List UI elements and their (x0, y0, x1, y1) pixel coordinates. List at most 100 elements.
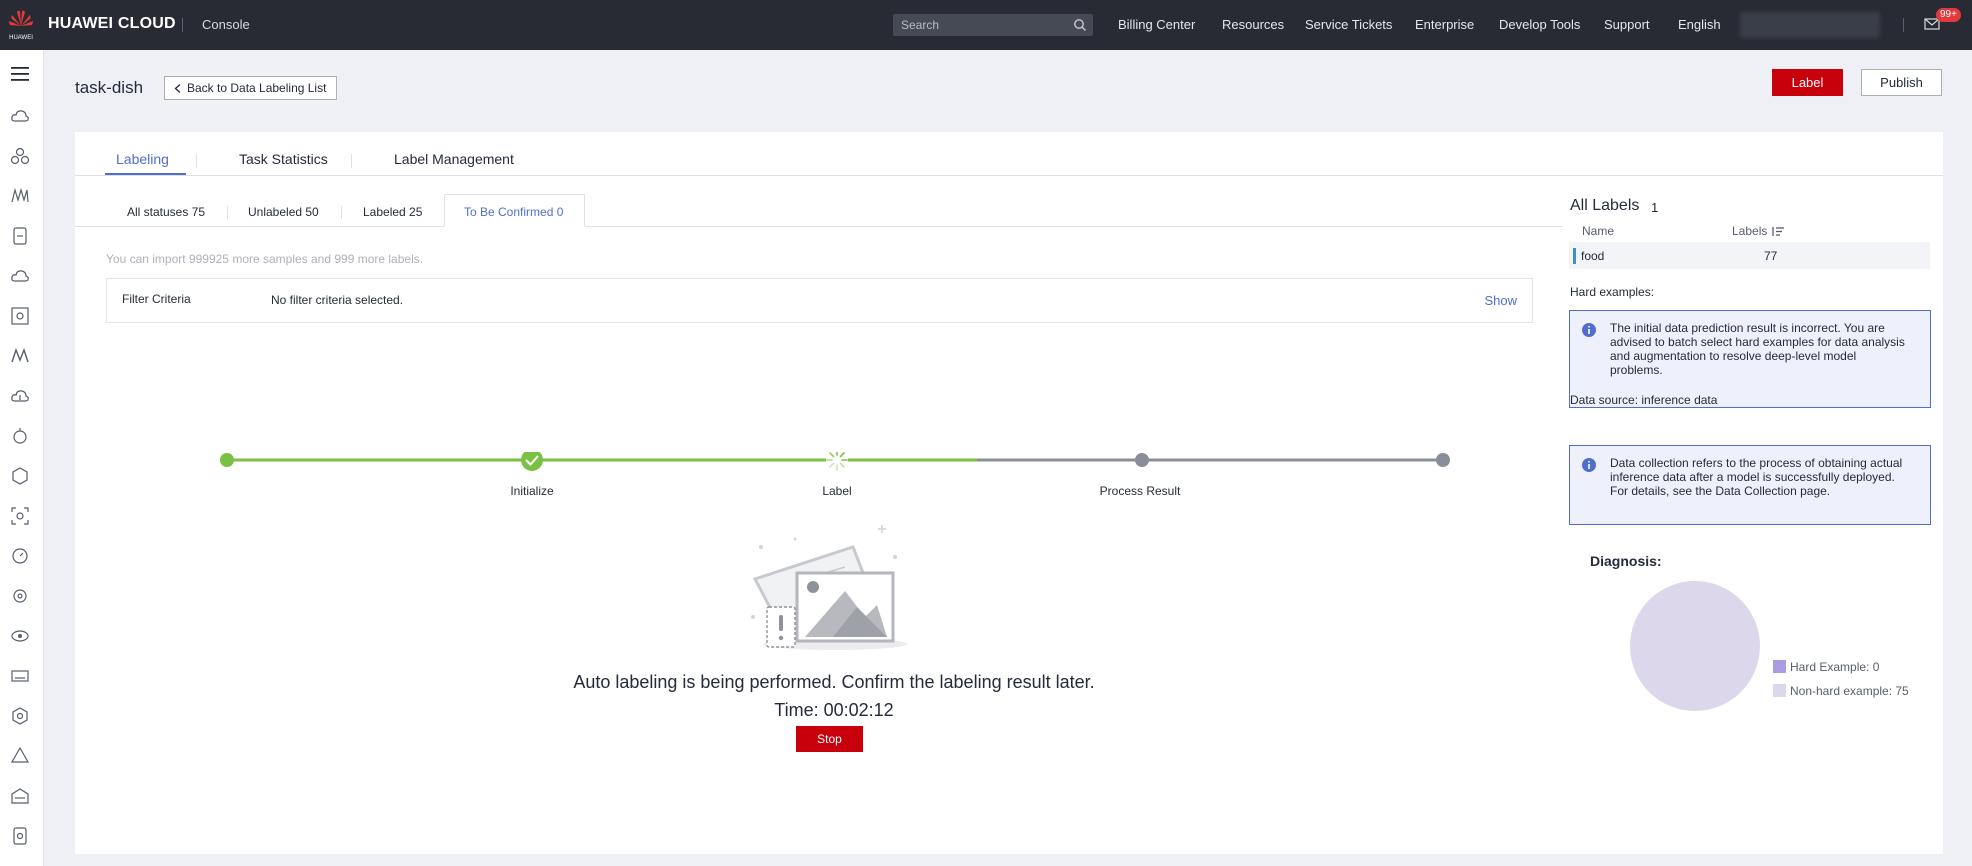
subtab-unlabeled[interactable]: Unlabeled 50 (248, 205, 319, 219)
loading-spinner-icon (826, 452, 848, 471)
filter-criteria-box: Filter Criteria No filter criteria selec… (106, 278, 1533, 323)
show-filter-link[interactable]: Show (1484, 293, 1517, 308)
auto-labeling-illustration-icon (751, 525, 907, 650)
hard-examples-label: Hard examples: (1570, 285, 1655, 299)
nav-billing-center[interactable]: Billing Center (1118, 17, 1195, 32)
keyboard-icon[interactable] (10, 666, 30, 686)
settings-cluster-icon[interactable] (10, 586, 30, 606)
divider (182, 18, 183, 32)
all-labels-count: 1 (1651, 200, 1659, 215)
elapsed-time-text: Time: 00:02:12 (774, 700, 894, 720)
sort-icon[interactable] (1771, 226, 1785, 237)
nav-language[interactable]: English (1678, 17, 1721, 32)
gauge-icon[interactable] (10, 546, 30, 566)
import-quota-note: You can import 999925 more samples and 9… (106, 252, 424, 266)
tab-divider (196, 154, 197, 168)
subtab-divider (341, 206, 342, 219)
label-count: 77 (1764, 249, 1778, 263)
step-label-process-result: Process Result (1099, 484, 1181, 498)
data-source-label: Data source: inference data (1570, 393, 1718, 407)
cluster-icon[interactable] (10, 146, 30, 166)
top-navigation-bar: HUAWEI HUAWEI CLOUD Console Billing Cent… (0, 0, 1972, 50)
nav-service-tickets[interactable]: Service Tickets (1305, 17, 1392, 32)
cloud-storage-icon[interactable] (10, 266, 30, 286)
legend-swatch-hard (1773, 660, 1786, 673)
search-icon[interactable] (1073, 18, 1087, 32)
legend-non-hard-example: Non-hard example: 75 (1773, 684, 1909, 698)
elapsed-time: Time: 00:02:12 (75, 700, 1563, 721)
auto-labeling-message-text: Auto labeling is being performed. Confir… (573, 672, 1095, 692)
scan-icon[interactable] (10, 506, 30, 526)
hamburger-menu-icon[interactable] (10, 64, 30, 84)
tab-task-statistics[interactable]: Task Statistics (239, 151, 328, 167)
label-name: food (1581, 249, 1605, 263)
step-end-dot (1436, 453, 1450, 467)
step-label-initialize: Initialize (510, 484, 554, 498)
publish-button[interactable]: Publish (1861, 69, 1942, 96)
auto-labeling-message: Auto labeling is being performed. Confir… (75, 672, 1563, 693)
divider (1903, 18, 1904, 32)
chevron-left-icon (174, 84, 181, 93)
legend-non-hard-text: Non-hard example: 75 (1790, 684, 1909, 698)
robot-icon[interactable] (10, 426, 30, 446)
ai-robot-icon[interactable] (10, 746, 30, 766)
modelarts-logo-icon[interactable] (10, 346, 30, 366)
nav-support[interactable]: Support (1604, 17, 1650, 32)
step-process-dot (1135, 453, 1149, 467)
legend-swatch-non-hard (1773, 684, 1786, 697)
tab-divider (351, 154, 352, 168)
hexagon-icon[interactable] (10, 466, 30, 486)
pie-slice-non-hard (1630, 581, 1760, 711)
filter-criteria-label: Filter Criteria (122, 292, 191, 306)
column-header-name: Name (1582, 224, 1615, 238)
tab-labeling[interactable]: Labeling (116, 151, 169, 167)
search-input[interactable] (901, 17, 1061, 33)
notification-badge: 99+ (1936, 8, 1961, 22)
subtab-to-be-confirmed[interactable]: To Be Confirmed 0 (464, 205, 563, 219)
page-title: task-dish (75, 78, 144, 97)
all-labels-title: All Labels (1570, 197, 1640, 214)
labeling-card: Labeling Task Statistics Label Managemen… (75, 132, 1943, 854)
user-account-menu[interactable] (1740, 12, 1880, 38)
diagnosis-title: Diagnosis: (1590, 553, 1662, 569)
column-header-labels[interactable]: Labels (1732, 224, 1767, 238)
filter-criteria-value: No filter criteria selected. (271, 293, 404, 307)
data-collection-info: Data collection refers to the process of… (1569, 445, 1931, 525)
package-icon[interactable] (10, 706, 30, 726)
tab-label-management[interactable]: Label Management (394, 151, 514, 167)
hard-examples-info-text: The initial data prediction result is in… (1610, 321, 1905, 377)
step-label-label: Label (822, 484, 852, 498)
stop-button[interactable]: Stop (796, 726, 863, 752)
logo-text: HUAWEI (9, 35, 33, 41)
search-box[interactable] (893, 14, 1093, 36)
document-icon[interactable] (10, 826, 30, 846)
database-icon[interactable] (10, 226, 30, 246)
subtab-labeled[interactable]: Labeled 25 (363, 205, 422, 219)
label-row[interactable]: food 77 (1569, 242, 1930, 269)
eye-icon[interactable] (10, 626, 30, 646)
warehouse-icon[interactable] (10, 786, 30, 806)
console-link[interactable]: Console (202, 17, 250, 32)
info-icon (1582, 458, 1596, 472)
subtabs-divider (75, 226, 1563, 227)
target-icon[interactable] (10, 306, 30, 326)
legend-hard-text: Hard Example: 0 (1790, 660, 1880, 674)
cloud-upload-icon[interactable] (10, 386, 30, 406)
huawei-logo-icon[interactable]: HUAWEI (6, 8, 36, 42)
subtab-divider (227, 206, 228, 219)
subtab-all-statuses[interactable]: All statuses 75 (127, 205, 205, 219)
model-arts-icon[interactable] (10, 186, 30, 206)
nav-develop-tools[interactable]: Develop Tools (1499, 17, 1580, 32)
back-button-label: Back to Data Labeling List (187, 81, 327, 95)
diagnosis-pie-chart (1630, 581, 1760, 711)
nav-enterprise[interactable]: Enterprise (1415, 17, 1474, 32)
active-tab-indicator (105, 173, 186, 175)
nav-resources[interactable]: Resources (1222, 17, 1284, 32)
back-to-list-button[interactable]: Back to Data Labeling List (164, 76, 338, 100)
legend-hard-example: Hard Example: 0 (1773, 660, 1879, 674)
data-collection-info-text: Data collection refers to the process of… (1610, 456, 1903, 498)
cloud-icon[interactable] (10, 106, 30, 126)
info-icon (1582, 323, 1596, 337)
brand-name[interactable]: HUAWEI CLOUD (48, 15, 176, 33)
label-button[interactable]: Label (1772, 69, 1843, 96)
